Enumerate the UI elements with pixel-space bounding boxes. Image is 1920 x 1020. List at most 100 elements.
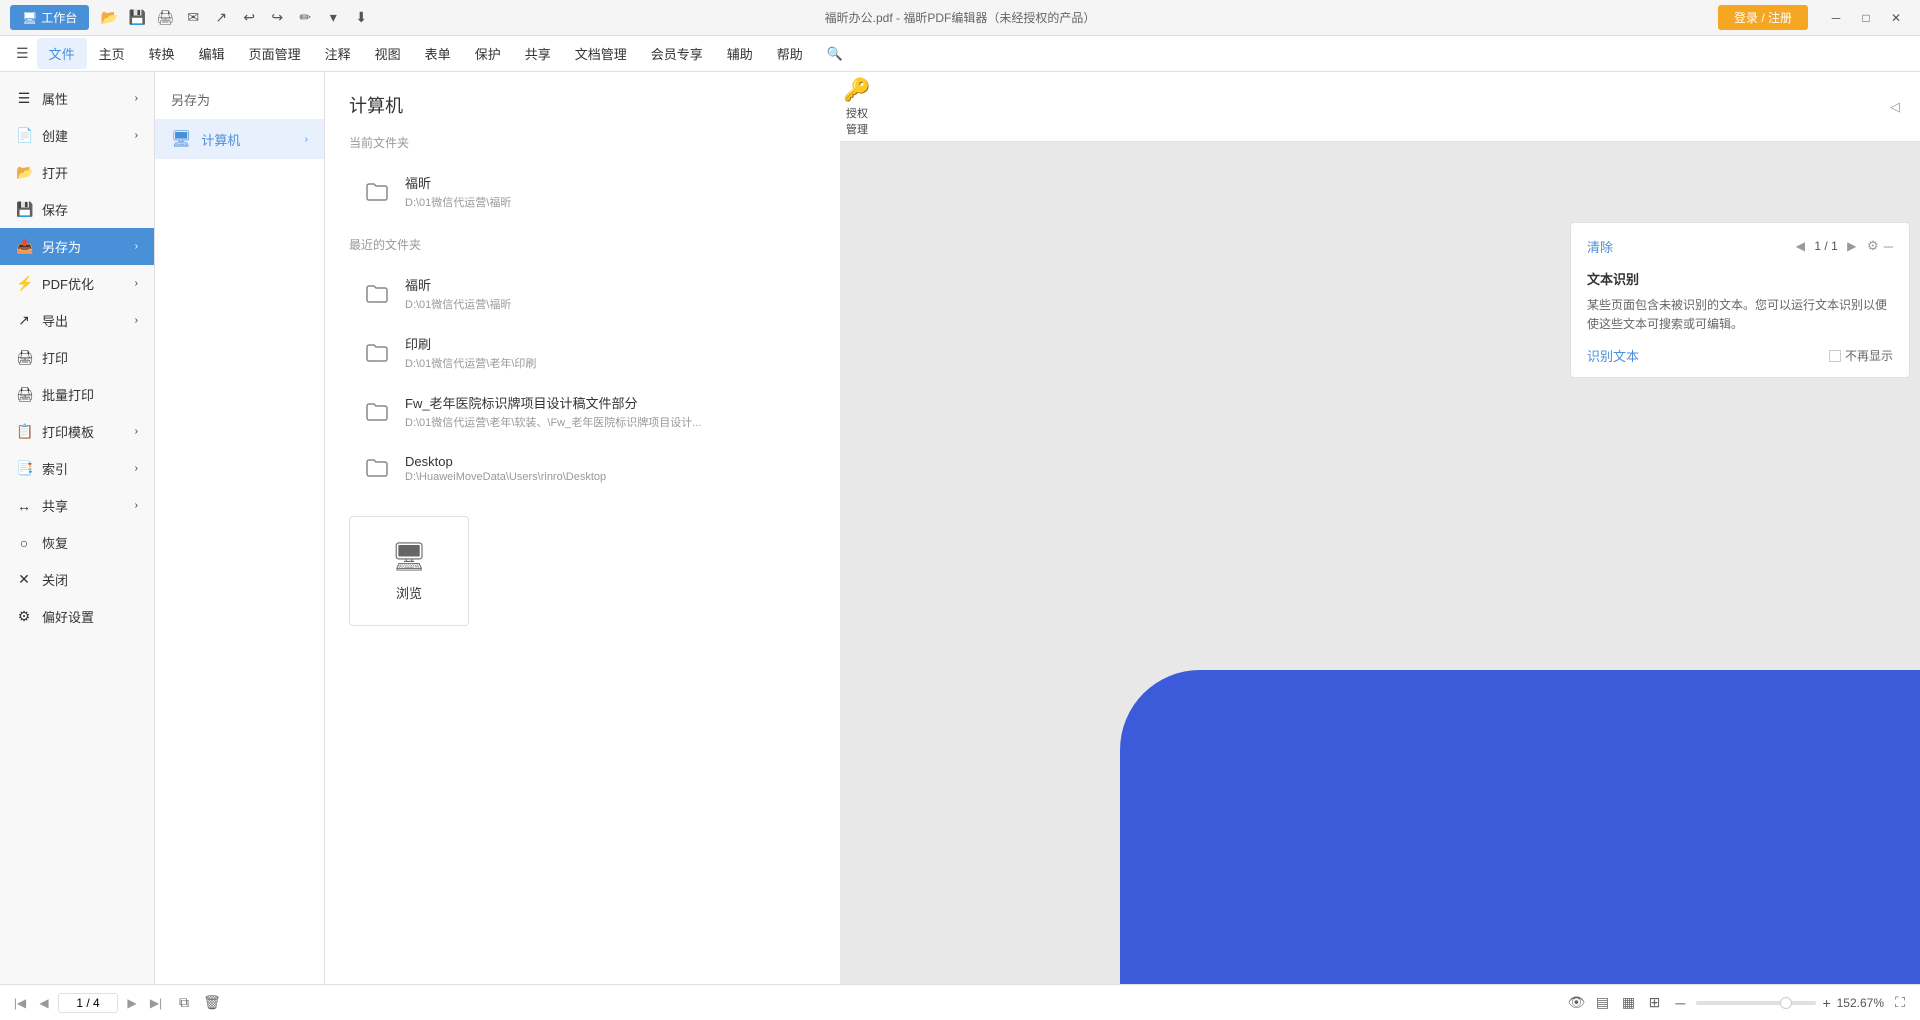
menu-item-protect[interactable]: 保护 — [463, 38, 513, 69]
menu-item-forms[interactable]: 表单 — [413, 38, 463, 69]
menu-item-page-mgmt[interactable]: 页面管理 — [237, 38, 313, 69]
current-folder-label: 当前文件夹 — [349, 134, 816, 151]
recent-folder-icon-3 — [361, 452, 393, 484]
delete-page-icon[interactable]: 🗑 — [202, 993, 222, 1013]
print-file-icon: 🖨 — [16, 349, 32, 366]
menu-item-share[interactable]: 共享 — [513, 38, 563, 69]
menu-item-convert[interactable]: 转换 — [137, 38, 187, 69]
undo-icon[interactable]: ↩ — [239, 8, 259, 28]
file-menu-export[interactable]: ↗ 导出 › — [0, 302, 154, 339]
menu-item-edit[interactable]: 编辑 — [187, 38, 237, 69]
file-menu-batch-print[interactable]: 🖨 批量打印 — [0, 376, 154, 413]
workbench-button[interactable]: 🖥 工作台 — [10, 5, 89, 30]
secondary-computer[interactable]: 🖥 计算机 › — [155, 119, 324, 159]
continuous-page-icon[interactable]: ▦ — [1618, 993, 1638, 1013]
menu-item-doc-mgmt[interactable]: 文档管理 — [563, 38, 639, 69]
close-file-icon: ✕ — [16, 571, 32, 588]
menubar: ☰ 文件 主页 转换 编辑 页面管理 注释 视图 表单 保护 共享 文档管理 会… — [0, 36, 1920, 72]
copy-page-icon[interactable]: ⧉ — [174, 993, 194, 1013]
file-menu-pdf-optimize[interactable]: ⚡ PDF优化 › — [0, 265, 154, 302]
email-icon[interactable]: ✉ — [183, 8, 203, 28]
recent-folders-area: 福昕 D:\01微信代运营\福昕 印刷 D:\01微信代运营\老年\印刷 — [349, 265, 816, 496]
recent-folder-info-3: Desktop D:\HuaweiMoveData\Users\rinro\De… — [405, 454, 606, 483]
recent-folder-item-3[interactable]: Desktop D:\HuaweiMoveData\Users\rinro\De… — [349, 442, 816, 494]
workbench-icon: 🖥 — [22, 11, 37, 25]
first-page-button[interactable]: |◀ — [10, 993, 30, 1013]
page-input[interactable] — [58, 993, 118, 1013]
share-icon: ↔ — [16, 498, 32, 514]
quick-access-icon[interactable]: ⬇ — [351, 8, 371, 28]
next-page-button[interactable]: ▶ — [122, 993, 142, 1013]
file-menu-open[interactable]: 📂 打开 — [0, 154, 154, 191]
ocr-next-button[interactable]: ▶ — [1842, 236, 1862, 256]
ocr-title: 文本识别 — [1587, 269, 1893, 288]
two-page-icon[interactable]: ⊞ — [1644, 993, 1664, 1013]
titlebar-right: 登录 / 注册 ─ □ ✕ — [1718, 5, 1910, 30]
zoom-slider[interactable] — [1696, 1001, 1816, 1005]
print-icon[interactable]: 🖨 — [155, 8, 175, 28]
ocr-prev-button[interactable]: ◀ — [1790, 236, 1810, 256]
recent-folder-item-2[interactable]: Fw_老年医院标识牌项目设计稿文件部分 D:\01微信代运营\老年\软装、\Fw… — [349, 383, 816, 440]
menu-item-assist[interactable]: 辅助 — [715, 38, 765, 69]
annotate-icon[interactable]: ✏ — [295, 8, 315, 28]
export-icon[interactable]: ↗ — [211, 8, 231, 28]
menu-item-file[interactable]: 文件 — [37, 38, 87, 69]
file-menu-index[interactable]: 📑 索引 › — [0, 450, 154, 487]
file-menu-properties[interactable]: ☰ 属性 › — [0, 80, 154, 117]
open-icon: 📂 — [16, 164, 32, 181]
close-button[interactable]: ✕ — [1882, 8, 1910, 28]
ocr-settings-icon[interactable]: ⚙ — [1862, 235, 1884, 257]
menu-item-member[interactable]: 会员专享 — [639, 38, 715, 69]
eye-icon[interactable]: 👁 — [1566, 993, 1586, 1013]
ocr-panel: 清除 ◀ 1 / 1 ▶ ⚙ ─ 文本识别 某些页面包含未被识别的文本。您可以运… — [1570, 222, 1910, 378]
create-arrow: › — [135, 130, 138, 141]
toolbar-collapse[interactable]: ◁ — [1890, 99, 1910, 115]
browse-label: 浏览 — [396, 583, 422, 602]
menu-item-home[interactable]: 主页 — [87, 38, 137, 69]
menu-item-annotation[interactable]: 注释 — [313, 38, 363, 69]
titlebar-file-icons: 📂 💾 🖨 ✉ ↗ ↩ ↪ ✏ ▾ ⬇ — [99, 8, 371, 28]
file-menu-preferences[interactable]: ⚙ 偏好设置 — [0, 598, 154, 635]
redo-icon[interactable]: ↪ — [267, 8, 287, 28]
ocr-no-show-checkbox[interactable] — [1829, 350, 1841, 362]
browse-button[interactable]: 🖥 浏览 — [349, 516, 469, 626]
file-menu-print-template[interactable]: 📋 打印模板 › — [0, 413, 154, 450]
save-icon[interactable]: 💾 — [127, 8, 147, 28]
file-menu-save[interactable]: 💾 保存 — [0, 191, 154, 228]
file-menu-close[interactable]: ✕ 关闭 — [0, 561, 154, 598]
ocr-clear-button[interactable]: 清除 — [1587, 237, 1613, 256]
menu-item-help[interactable]: 帮助 — [765, 38, 815, 69]
recent-folder-item-0[interactable]: 福昕 D:\01微信代运营\福昕 — [349, 265, 816, 322]
export-arrow: › — [135, 315, 138, 326]
menu-item-search[interactable]: 🔍 — [815, 40, 855, 68]
last-page-button[interactable]: ▶| — [146, 993, 166, 1013]
down-arrow-icon[interactable]: ▾ — [323, 8, 343, 28]
recent-folder-item-1[interactable]: 印刷 D:\01微信代运营\老年\印刷 — [349, 324, 816, 381]
current-folder-item-0[interactable]: 福昕 D:\01微信代运营\福昕 — [349, 163, 816, 220]
file-menu-print[interactable]: 🖨 打印 — [0, 339, 154, 376]
file-menu-save-as[interactable]: 📤 另存为 › — [0, 228, 154, 265]
fullscreen-icon[interactable]: ⛶ — [1890, 993, 1910, 1013]
prev-page-button[interactable]: ◀ — [34, 993, 54, 1013]
create-icon: 📄 — [16, 127, 32, 144]
workbench-label: 工作台 — [41, 9, 77, 26]
file-menu-create[interactable]: 📄 创建 › — [0, 117, 154, 154]
maximize-button[interactable]: □ — [1852, 8, 1880, 28]
bottom-bar: |◀ ◀ ▶ ▶| ⧉ 🗑 👁 ▤ ▦ ⊞ ─ + 152.67% ⛶ — [0, 984, 1920, 1020]
recent-folder-icon-1 — [361, 337, 393, 369]
hamburger-icon[interactable]: ☰ — [8, 41, 37, 66]
menu-item-view[interactable]: 视图 — [363, 38, 413, 69]
fit-page-icon[interactable]: ─ — [1670, 993, 1690, 1013]
login-button[interactable]: 登录 / 注册 — [1718, 5, 1808, 30]
open-folder-icon[interactable]: 📂 — [99, 8, 119, 28]
recent-folder-icon-0 — [361, 278, 393, 310]
ocr-minimize-button[interactable]: ─ — [1884, 239, 1893, 254]
file-menu-share[interactable]: ↔ 共享 › — [0, 487, 154, 524]
file-menu-recover[interactable]: ○ 恢复 — [0, 524, 154, 561]
minimize-button[interactable]: ─ — [1822, 8, 1850, 28]
ocr-recognize-link[interactable]: 识别文本 — [1587, 346, 1639, 365]
save-as-icon: 📤 — [16, 238, 32, 255]
single-page-icon[interactable]: ▤ — [1592, 993, 1612, 1013]
zoom-in-icon[interactable]: + — [1822, 995, 1830, 1011]
recent-folder-icon-2 — [361, 396, 393, 428]
